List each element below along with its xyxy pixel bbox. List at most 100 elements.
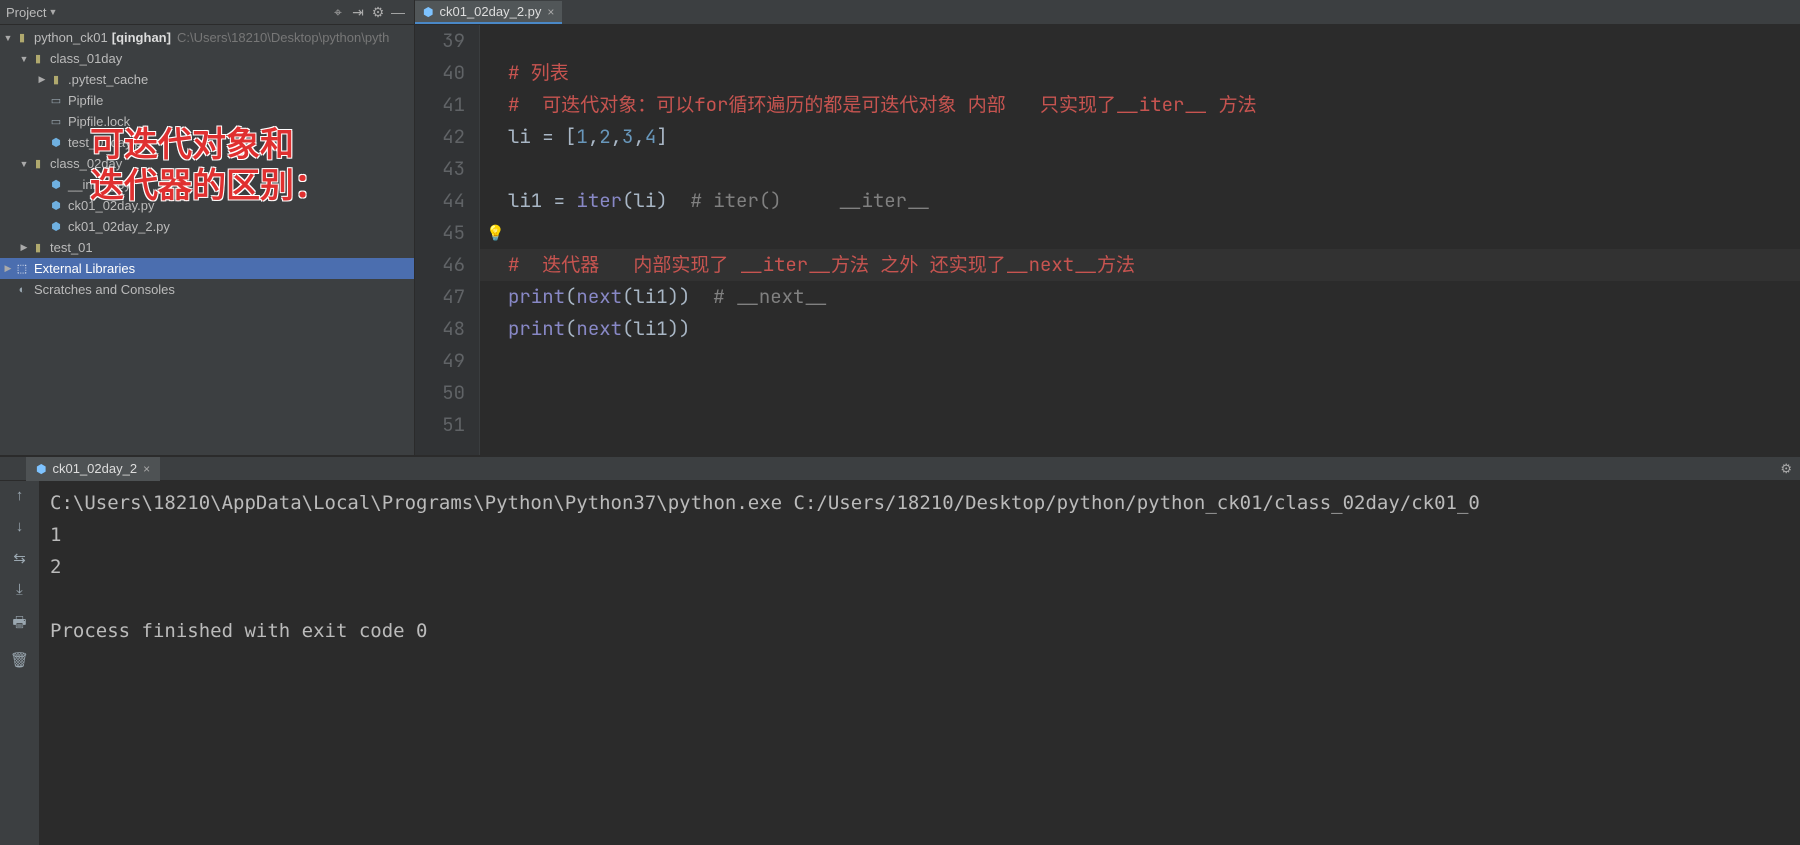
chevron-down-icon[interactable]: ▼ [2,33,14,43]
code-line: li = [1,2,3,4] [480,121,1800,153]
code-body[interactable]: # 列表 # 可迭代对象：可以for循环遍历的都是可迭代对象 内部 只实现了__… [480,25,1800,455]
chevron-right-icon[interactable]: ▶ [2,263,14,274]
gutter-line: 40 [415,57,465,89]
gutter-line: 50 [415,377,465,409]
trash-icon[interactable]: 🗑 [10,651,29,669]
tree-node[interactable]: ▶▭Pipfile [0,90,414,111]
code-line: 💡 [480,217,1800,249]
code-line: print(next(li1)) # __next__ [480,281,1800,313]
gutter-line: 39 [415,25,465,57]
tree-label: External Libraries [34,261,135,276]
gear-icon[interactable]: ⚙ [1780,461,1792,477]
tree-node[interactable]: ▶▮ .pytest_cache [0,69,414,90]
hide-icon[interactable]: — [388,4,408,20]
soft-wrap-icon[interactable]: ⇆ [13,549,26,567]
editor-tab-active[interactable]: ⬢ ck01_02day_2.py × [415,0,562,24]
tree-node[interactable]: ▶▮ test_01 [0,237,414,258]
project-title[interactable]: Project [6,5,46,20]
project-dropdown-icon[interactable]: ▼ [48,7,57,17]
gutter-line: 49 [415,345,465,377]
code-line: li1 = iter(li) # iter() __iter__ [480,185,1800,217]
code-line [480,153,1800,185]
chevron-down-icon[interactable]: ▼ [18,159,30,169]
chevron-right-icon[interactable]: ▶ [18,242,30,253]
code-line-current: # 迭代器 内部实现了 __iter__方法 之外 还实现了__next__方法 [480,249,1800,281]
gutter: 39404142434445464748495051 [415,25,480,455]
folder-icon: ▮ [48,72,64,88]
gutter-line: 44 [415,185,465,217]
lib-icon: ⬚ [14,261,30,277]
file-icon: ▭ [48,93,64,109]
chevron-right-icon[interactable]: ▶ [36,74,48,85]
code-line [480,345,1800,377]
tree-node[interactable]: ▶⬢ck01_02day_2.py [0,216,414,237]
tree-label: Pipfile.lock [68,114,130,129]
tree-node[interactable]: ▶⬢__init__.py [0,174,414,195]
root-name: python_ck01 [34,30,108,45]
folder-icon: ▮ [14,30,30,46]
python-file-icon: ⬢ [36,462,46,476]
tree-node[interactable]: ▶◐Scratches and Consoles [0,279,414,300]
intention-bulb-icon[interactable]: 💡 [486,217,505,249]
tree-label: class_01day [50,51,122,66]
project-tree[interactable]: ▼ ▮ python_ck01 [qinghan] C:\Users\18210… [0,25,414,455]
code-line [480,377,1800,409]
python-file-icon: ⬢ [423,5,433,19]
tree-label: __init__.py [68,177,131,192]
gutter-line: 41 [415,89,465,121]
root-tag: [qinghan] [112,30,171,45]
tree-label: Scratches and Consoles [34,282,175,297]
tree-node[interactable]: ▶⬢test_01day.py [0,132,414,153]
py-icon: ⬢ [48,135,64,151]
tree-label: .pytest_cache [68,72,148,87]
code-line: print(next(li1)) [480,313,1800,345]
code-line [480,25,1800,57]
tree-label: test_01 [50,240,93,255]
collapse-icon[interactable]: ⇥ [348,4,368,21]
tree-node[interactable]: ▼▮ class_01day [0,48,414,69]
run-tab-name: ck01_02day_2 [52,461,137,476]
gutter-line: 46 [415,249,465,281]
tree-node[interactable]: ▶▭Pipfile.lock [0,111,414,132]
root-path: C:\Users\18210\Desktop\python\pyth [177,30,389,45]
scratch-icon: ◐ [14,282,30,298]
code-line [480,409,1800,441]
settings-icon[interactable]: ⚙ [368,4,388,21]
close-icon[interactable]: × [547,5,554,19]
rerun-up-icon[interactable]: ↑ [16,487,24,504]
gutter-line: 47 [415,281,465,313]
py-icon: ⬢ [48,177,64,193]
folder-icon: ▮ [30,51,46,67]
code-line: # 可迭代对象：可以for循环遍历的都是可迭代对象 内部 只实现了__iter_… [480,89,1800,121]
rerun-down-icon[interactable]: ↓ [16,518,24,535]
gutter-line: 45 [415,217,465,249]
scroll-end-icon[interactable]: ⤓ [16,581,23,598]
print-icon[interactable]: 🖶 [12,612,26,637]
tree-root[interactable]: ▼ ▮ python_ck01 [qinghan] C:\Users\18210… [0,27,414,48]
console-output[interactable]: C:\Users\18210\AppData\Local\Programs\Py… [40,481,1800,845]
gutter-line: 43 [415,153,465,185]
tab-filename: ck01_02day_2.py [439,4,541,19]
tree-label: test_01day.py [68,135,148,150]
run-toolbar: ↑ ↓ ⇆ ⤓ 🖶 🗑 [0,481,40,845]
tree-node[interactable]: ▶⬢ck01_02day.py [0,195,414,216]
chevron-down-icon[interactable]: ▼ [18,54,30,64]
code-editor[interactable]: 39404142434445464748495051 # 列表 # 可迭代对象：… [415,25,1800,455]
py-icon: ⬢ [48,219,64,235]
run-tabs: ⬢ ck01_02day_2 × ⚙ [0,457,1800,481]
locate-icon[interactable]: ⌖ [328,4,348,21]
tree-node[interactable]: ▶⬚ External Libraries [0,258,414,279]
run-tab-active[interactable]: ⬢ ck01_02day_2 × [26,457,160,481]
tree-label: Pipfile [68,93,103,108]
close-icon[interactable]: × [143,462,150,476]
code-line: # 列表 [480,57,1800,89]
tree-label: ck01_02day.py [68,198,155,213]
editor-tabs: ⬢ ck01_02day_2.py × [415,0,1800,25]
project-panel: Project ▼ ⌖ ⇥ ⚙ — ▼ ▮ python_ck01 [qingh… [0,0,415,455]
folder-icon: ▮ [30,156,46,172]
folder-icon: ▮ [30,240,46,256]
tree-node[interactable]: ▼▮ class_02day [0,153,414,174]
tree-label: class_02day [50,156,122,171]
py-icon: ⬢ [48,198,64,214]
gutter-line: 51 [415,409,465,441]
